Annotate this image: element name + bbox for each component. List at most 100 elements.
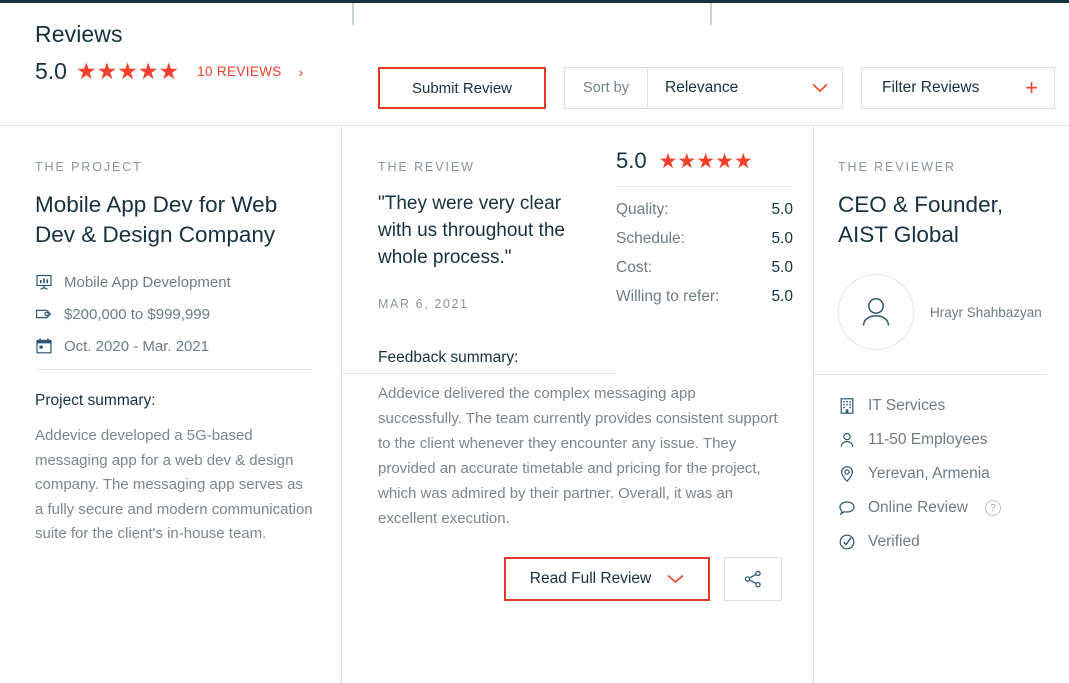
review-top: THE REVIEW "They were very clear with us… bbox=[342, 126, 813, 374]
sort-selected-value: Relevance bbox=[665, 79, 739, 96]
score-row: Quality: 5.0 bbox=[616, 201, 793, 219]
sort-control: Sort by Relevance bbox=[564, 67, 843, 109]
project-meta-dates-label: Oct. 2020 - Mar. 2021 bbox=[64, 337, 210, 355]
speech-bubble-icon bbox=[839, 501, 855, 516]
reviewer-name: Hrayr Shahbazyan bbox=[930, 304, 1042, 320]
review-quote: "They were very clear with us throughout… bbox=[378, 193, 565, 268]
map-pin-icon bbox=[840, 466, 854, 483]
feedback-text: Addevice delivered the complex messaging… bbox=[378, 385, 778, 527]
reviewer-review-type-label: Online Review bbox=[868, 499, 968, 516]
building-icon bbox=[840, 398, 854, 414]
reviewer-column: THE REVIEWER CEO & Founder, AIST Global … bbox=[813, 126, 1069, 683]
project-meta-budget-label: $200,000 to $999,999 bbox=[64, 305, 210, 323]
share-icon bbox=[744, 570, 761, 588]
score-value: 5.0 bbox=[771, 201, 793, 218]
submit-review-button[interactable]: Submit Review bbox=[378, 67, 546, 109]
review-column: THE REVIEW "They were very clear with us… bbox=[341, 126, 813, 683]
check-circle-icon bbox=[839, 534, 855, 550]
sort-by-label: Sort by bbox=[564, 67, 647, 109]
header-controls: Submit Review Sort by Relevance Filter R… bbox=[378, 67, 1055, 109]
reviewer-title: CEO & Founder, AIST Global bbox=[838, 192, 1004, 247]
project-meta-budget: $200,000 to $999,999 bbox=[35, 305, 313, 323]
feedback-block: Feedback summary: Addevice delivered the… bbox=[342, 317, 813, 601]
score-value: 5.0 bbox=[771, 259, 793, 276]
reviewer-industry-label: IT Services bbox=[868, 397, 946, 414]
star-icon: ★ bbox=[158, 58, 179, 84]
project-column: THE PROJECT Mobile App Dev for Web Dev &… bbox=[0, 126, 341, 683]
calendar-icon bbox=[36, 338, 52, 354]
star-icon: ★ bbox=[677, 149, 696, 173]
review-quote-divider bbox=[342, 373, 616, 374]
review-eyebrow: THE REVIEW bbox=[378, 160, 475, 174]
project-summary-text: Addevice developed a 5G-based messaging … bbox=[35, 427, 313, 542]
score-row: Schedule: 5.0 bbox=[616, 230, 793, 248]
reviewer-verified-label: Verified bbox=[868, 533, 920, 550]
project-divider bbox=[35, 369, 313, 370]
project-summary-heading: Project summary: bbox=[35, 392, 156, 409]
review-overall-stars: ★ ★ ★ ★ ★ bbox=[658, 149, 753, 173]
star-icon: ★ bbox=[658, 149, 678, 173]
star-icon: ★ bbox=[137, 58, 159, 84]
presentation-chart-icon bbox=[36, 274, 52, 290]
chevron-down-icon bbox=[812, 83, 828, 93]
project-eyebrow: THE PROJECT bbox=[35, 160, 143, 174]
score-label: Quality: bbox=[616, 201, 669, 218]
review-scores-block: 5.0 ★ ★ ★ ★ ★ Quality: 5.0 Schedule: 5.0… bbox=[616, 126, 813, 317]
score-label: Schedule: bbox=[616, 230, 685, 247]
review-overall-rating: 5.0 ★ ★ ★ ★ ★ bbox=[616, 148, 793, 187]
project-title: Mobile App Dev for Web Dev & Design Comp… bbox=[35, 192, 278, 247]
review-card: THE PROJECT Mobile App Dev for Web Dev &… bbox=[0, 126, 1069, 683]
filter-reviews-button[interactable]: Filter Reviews + bbox=[861, 67, 1055, 109]
star-icon: ★ bbox=[696, 149, 715, 173]
reviews-header: Reviews 5.0 ★ ★ ★ ★ ★ 10 REVIEWS › Submi… bbox=[0, 3, 1069, 126]
reviewer-review-type: Online Review ? bbox=[838, 499, 1045, 517]
review-quote-block: THE REVIEW "They were very clear with us… bbox=[342, 126, 616, 374]
reviews-count-link[interactable]: 10 REVIEWS bbox=[197, 64, 282, 79]
star-icon: ★ bbox=[75, 58, 97, 84]
score-value: 5.0 bbox=[771, 230, 793, 247]
score-label: Cost: bbox=[616, 259, 653, 276]
project-meta-service: Mobile App Development bbox=[35, 273, 313, 291]
star-icon: ★ bbox=[117, 58, 138, 84]
score-row: Willing to refer: 5.0 bbox=[616, 288, 793, 306]
reviewer-size-label: 11-50 Employees bbox=[868, 431, 988, 448]
review-date: MAR 6, 2021 bbox=[378, 297, 469, 311]
review-overall-value: 5.0 bbox=[616, 148, 647, 173]
person-icon bbox=[840, 432, 854, 447]
review-actions: Read Full Review bbox=[378, 557, 783, 601]
project-meta-list: Mobile App Development $200,000 to $999,… bbox=[35, 273, 313, 355]
overall-rating-value: 5.0 bbox=[35, 58, 67, 84]
reviewer-divider bbox=[814, 374, 1046, 375]
chevron-right-icon[interactable]: › bbox=[299, 64, 304, 80]
reviews-panel: Reviews 5.0 ★ ★ ★ ★ ★ 10 REVIEWS › Submi… bbox=[0, 0, 1069, 683]
star-icon: ★ bbox=[715, 149, 734, 173]
sort-select[interactable]: Relevance bbox=[647, 67, 843, 109]
star-icon: ★ bbox=[96, 58, 118, 84]
score-label: Willing to refer: bbox=[616, 288, 720, 305]
score-row: Cost: 5.0 bbox=[616, 259, 793, 277]
reviewer-size: 11-50 Employees bbox=[838, 431, 1045, 449]
score-value: 5.0 bbox=[771, 288, 793, 305]
share-review-button[interactable] bbox=[724, 557, 782, 601]
avatar bbox=[838, 274, 914, 350]
plus-icon: + bbox=[1025, 75, 1038, 100]
feedback-heading: Feedback summary: bbox=[378, 349, 519, 366]
reviewer-person: Hrayr Shahbazyan bbox=[838, 274, 1045, 350]
read-full-review-label: Read Full Review bbox=[529, 570, 652, 587]
page-title: Reviews bbox=[35, 21, 123, 47]
reviewer-location-label: Yerevan, Armenia bbox=[868, 465, 990, 482]
chevron-down-icon bbox=[667, 574, 684, 584]
overall-rating-stars: ★ ★ ★ ★ ★ bbox=[75, 58, 179, 84]
reviewer-facts: IT Services 11-50 Employees Yerevan, Arm… bbox=[838, 397, 1045, 551]
star-icon: ★ bbox=[733, 149, 753, 173]
person-avatar-icon bbox=[862, 298, 890, 326]
help-icon[interactable]: ? bbox=[984, 500, 1001, 516]
reviewer-location: Yerevan, Armenia bbox=[838, 465, 1045, 483]
filter-reviews-label: Filter Reviews bbox=[882, 79, 980, 96]
project-meta-service-label: Mobile App Development bbox=[64, 273, 231, 291]
reviewer-industry: IT Services bbox=[838, 397, 1045, 415]
price-tag-icon bbox=[36, 309, 52, 319]
reviewer-verified: Verified bbox=[838, 533, 1045, 551]
reviewer-eyebrow: THE REVIEWER bbox=[838, 160, 956, 174]
read-full-review-button[interactable]: Read Full Review bbox=[504, 557, 710, 601]
